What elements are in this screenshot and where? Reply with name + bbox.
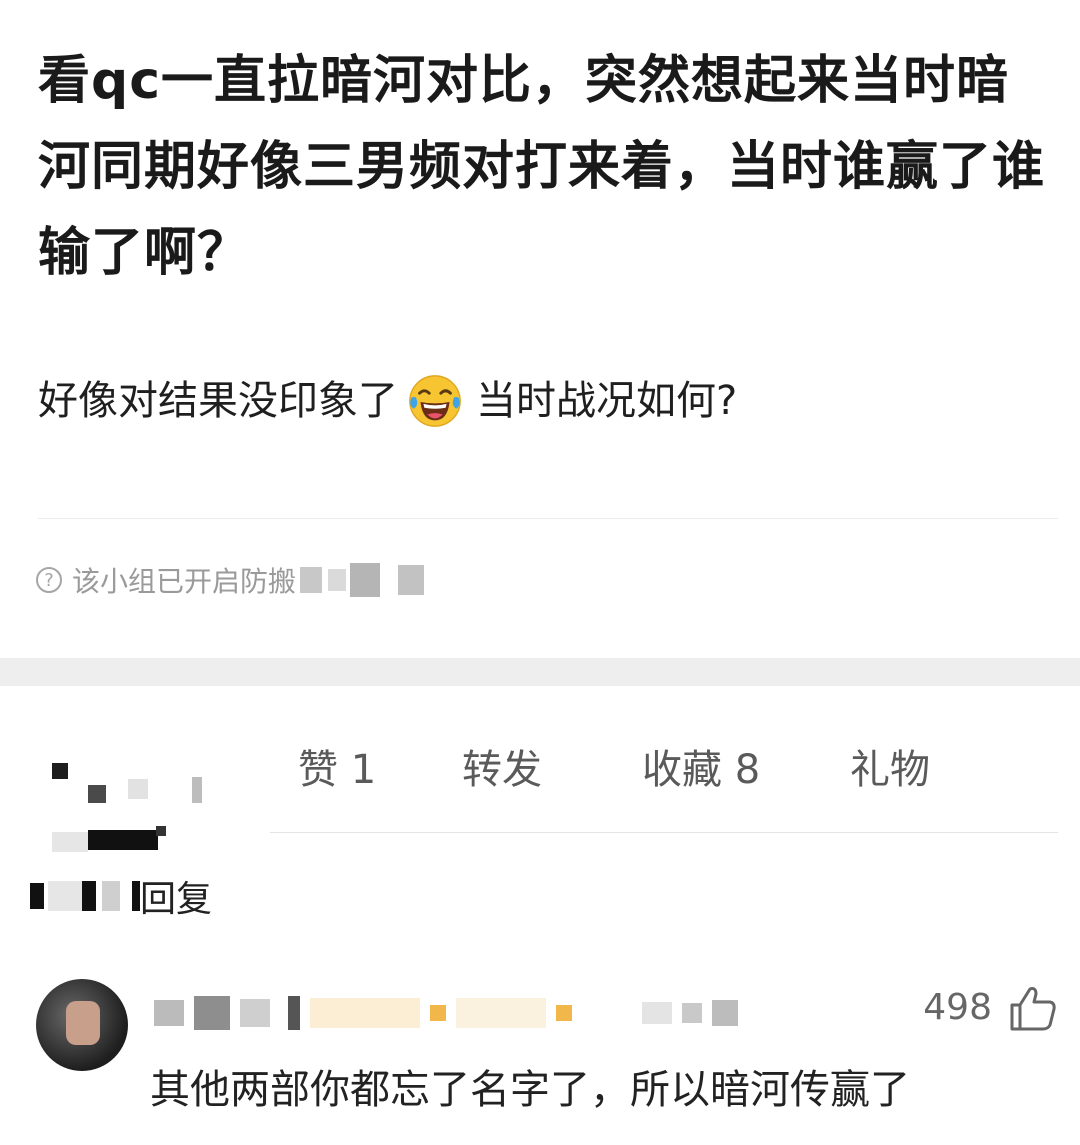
like-button[interactable]: 赞 1: [298, 735, 376, 805]
favorite-button[interactable]: 收藏 8: [642, 735, 760, 805]
post-title: 看qc一直拉暗河对比，突然想起来当时暗河同期好像三男频对打来着，当时谁赢了谁输了…: [38, 51, 1046, 283]
notice-text: 该小组已开启防搬: [72, 565, 297, 598]
username[interactable]: [154, 993, 738, 1033]
blurred-text: [48, 881, 82, 911]
repost-button[interactable]: 转发: [462, 735, 542, 805]
tab-replies[interactable]: 回复: [30, 870, 212, 922]
blurred-text: [132, 881, 140, 911]
blurred-text: [300, 567, 323, 593]
blurred-label: [52, 826, 172, 852]
tab-replies-label: 回复: [140, 879, 213, 920]
divider: [270, 832, 1058, 833]
section-separator: [0, 658, 1080, 686]
post-body-text-end: 当时战况如何?: [476, 378, 738, 424]
blurred-text: [350, 563, 381, 597]
comment-text: 其他两部你都忘了名字了，所以暗河传赢了: [150, 1067, 910, 1113]
post-body-text-start: 好像对结果没印象了: [38, 378, 398, 424]
divider: [38, 518, 1058, 519]
anti-repost-notice[interactable]: ? 该小组已开启防搬: [36, 560, 425, 600]
comment-item: 498 其他两部你都忘了名字了，所以暗河传赢了: [36, 975, 1058, 1115]
question-circle-icon: ?: [36, 567, 62, 593]
comment-like-count: 498: [923, 987, 992, 1028]
post-body: 好像对结果没印象了 当时战况如何?: [38, 366, 1048, 436]
avatar[interactable]: [36, 979, 128, 1071]
blurred-text: [398, 565, 425, 595]
blurred-text: [82, 881, 96, 911]
gift-button[interactable]: 礼物: [850, 735, 930, 805]
blurred-text: [102, 881, 120, 911]
action-bar: 赞 1 转发 收藏 8 礼物: [0, 735, 1080, 805]
thumbs-up-icon[interactable]: [1008, 983, 1058, 1033]
blurred-text: [30, 883, 44, 909]
blurred-text: [328, 569, 347, 591]
face-with-tears-of-joy-icon: [409, 375, 461, 427]
